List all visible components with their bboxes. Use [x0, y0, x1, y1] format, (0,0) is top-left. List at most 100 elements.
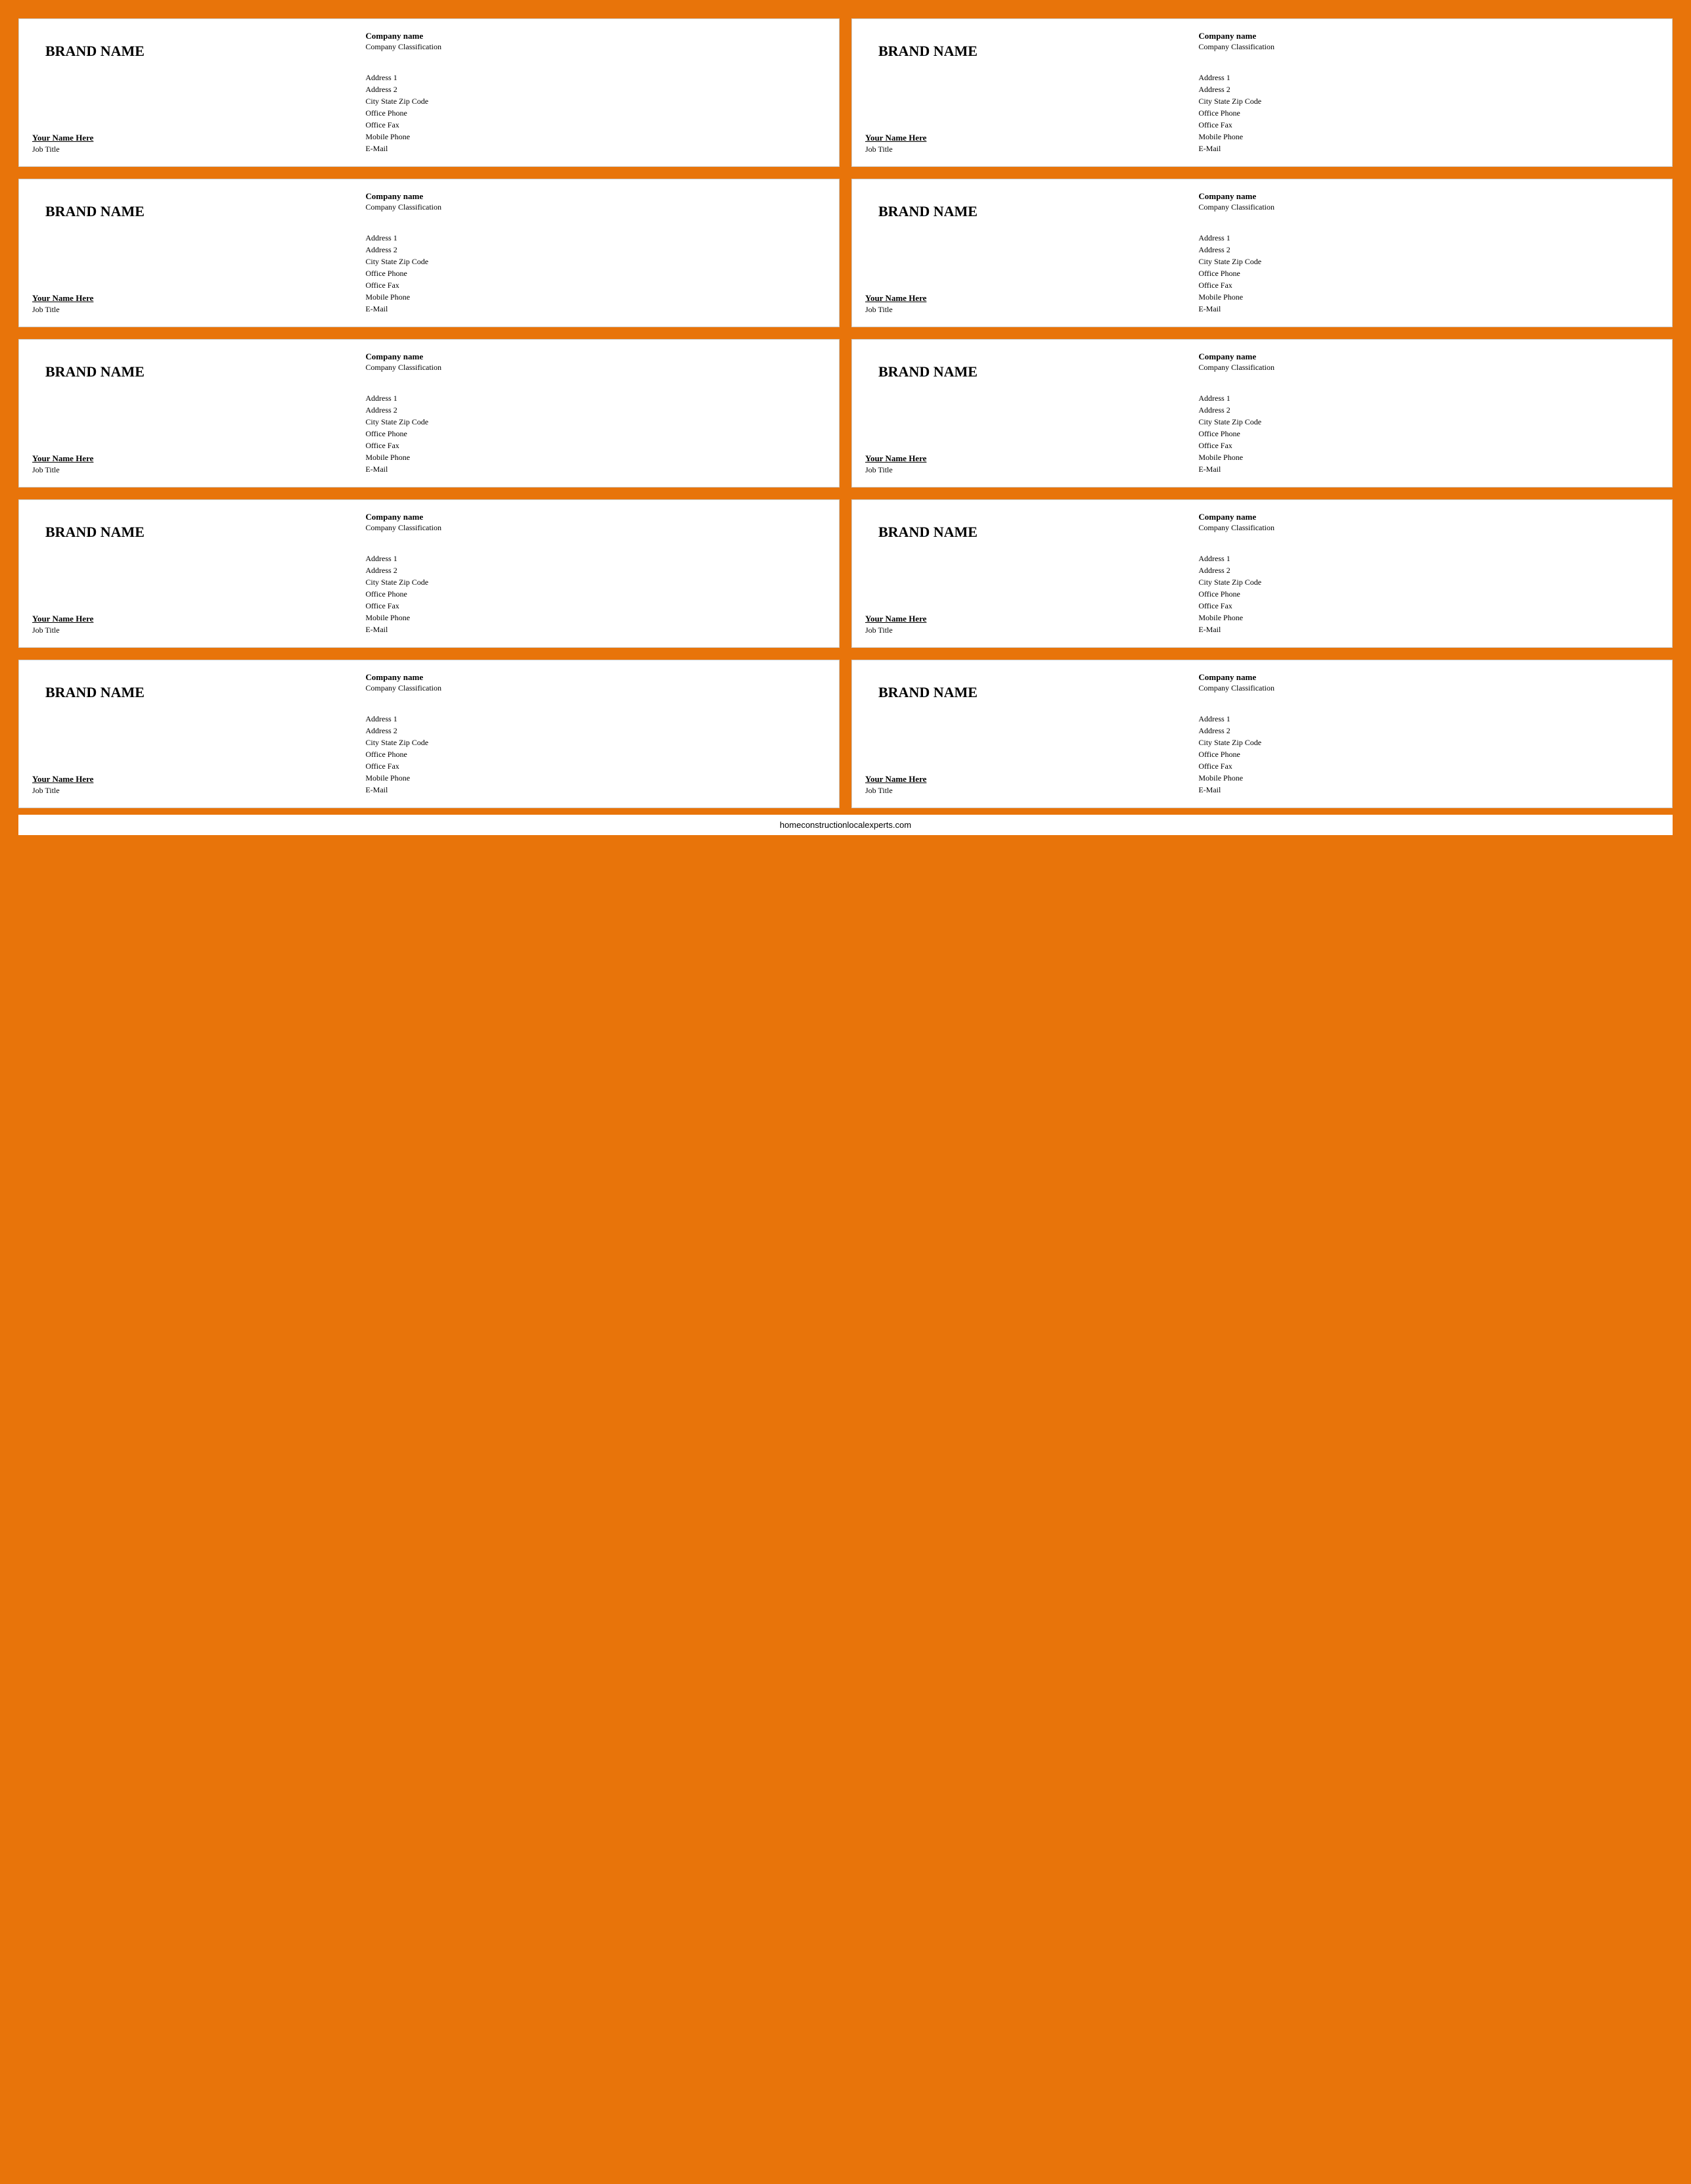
address-line1: Address 1: [1198, 232, 1659, 244]
address-city: City State Zip Code: [365, 256, 826, 267]
business-card: BRAND NAME Your Name Here Job Title Comp…: [18, 18, 840, 167]
address-city: City State Zip Code: [365, 95, 826, 107]
person-name: Your Name Here: [32, 614, 359, 624]
person-name: Your Name Here: [32, 774, 359, 785]
footer-url: homeconstructionlocalexperts.com: [780, 820, 911, 830]
brand-name: BRAND NAME: [878, 203, 978, 220]
card-content: BRAND NAME Your Name Here Job Title Comp…: [865, 512, 1659, 635]
job-title: Job Title: [32, 626, 359, 635]
cards-grid: BRAND NAME Your Name Here Job Title Comp…: [18, 18, 1673, 808]
address-mobile: Mobile Phone: [1198, 612, 1659, 624]
address-office-fax: Office Fax: [1198, 440, 1659, 451]
card-right: Company name Company Classification Addr…: [1198, 31, 1659, 154]
company-name: Company name: [1198, 191, 1659, 202]
brand-name: BRAND NAME: [45, 524, 145, 541]
card-left: BRAND NAME Your Name Here Job Title: [865, 31, 1198, 154]
address-line2: Address 2: [365, 725, 826, 737]
person-name: Your Name Here: [32, 133, 359, 143]
address-city: City State Zip Code: [1198, 95, 1659, 107]
address-city: City State Zip Code: [365, 576, 826, 588]
card-left: BRAND NAME Your Name Here Job Title: [32, 191, 365, 315]
address-office-fax: Office Fax: [365, 279, 826, 291]
address-city: City State Zip Code: [1198, 416, 1659, 428]
address-line1: Address 1: [1198, 392, 1659, 404]
address-section: Address 1 Address 2 City State Zip Code …: [365, 212, 826, 315]
address-section: Address 1 Address 2 City State Zip Code …: [365, 52, 826, 154]
company-section: Company name Company Classification: [365, 31, 826, 52]
address-office-phone: Office Phone: [1198, 428, 1659, 440]
company-classification: Company Classification: [365, 42, 826, 52]
business-card: BRAND NAME Your Name Here Job Title Comp…: [851, 499, 1673, 648]
address-city: City State Zip Code: [365, 737, 826, 748]
address-section: Address 1 Address 2 City State Zip Code …: [1198, 212, 1659, 315]
company-section: Company name Company Classification: [365, 672, 826, 693]
card-left: BRAND NAME Your Name Here Job Title: [32, 672, 365, 796]
job-title: Job Title: [32, 305, 359, 315]
job-title: Job Title: [865, 626, 1192, 635]
address-office-phone: Office Phone: [365, 107, 826, 119]
address-email: E-Mail: [1198, 463, 1659, 475]
address-line1: Address 1: [365, 553, 826, 564]
address-line2: Address 2: [365, 83, 826, 95]
address-office-fax: Office Fax: [365, 119, 826, 131]
address-section: Address 1 Address 2 City State Zip Code …: [1198, 52, 1659, 154]
card-content: BRAND NAME Your Name Here Job Title Comp…: [32, 31, 826, 154]
job-title: Job Title: [865, 145, 1192, 154]
company-section: Company name Company Classification: [1198, 512, 1659, 533]
address-email: E-Mail: [365, 463, 826, 475]
card-right: Company name Company Classification Addr…: [1198, 191, 1659, 315]
address-email: E-Mail: [365, 784, 826, 796]
job-title: Job Title: [32, 786, 359, 796]
card-left: BRAND NAME Your Name Here Job Title: [865, 352, 1198, 475]
brand-name: BRAND NAME: [878, 684, 978, 701]
card-right: Company name Company Classification Addr…: [365, 191, 826, 315]
address-office-fax: Office Fax: [1198, 760, 1659, 772]
address-mobile: Mobile Phone: [1198, 291, 1659, 303]
card-left: BRAND NAME Your Name Here Job Title: [865, 191, 1198, 315]
business-card: BRAND NAME Your Name Here Job Title Comp…: [851, 339, 1673, 488]
address-office-phone: Office Phone: [365, 748, 826, 760]
card-content: BRAND NAME Your Name Here Job Title Comp…: [865, 672, 1659, 796]
company-classification: Company Classification: [1198, 202, 1659, 212]
person-name: Your Name Here: [865, 133, 1192, 143]
business-card: BRAND NAME Your Name Here Job Title Comp…: [18, 339, 840, 488]
footer-bar: homeconstructionlocalexperts.com: [18, 815, 1673, 835]
address-line2: Address 2: [1198, 244, 1659, 256]
address-email: E-Mail: [1198, 624, 1659, 635]
person-name: Your Name Here: [32, 293, 359, 304]
business-card: BRAND NAME Your Name Here Job Title Comp…: [18, 660, 840, 808]
address-line1: Address 1: [1198, 713, 1659, 725]
address-mobile: Mobile Phone: [365, 612, 826, 624]
address-city: City State Zip Code: [365, 416, 826, 428]
address-office-fax: Office Fax: [365, 760, 826, 772]
card-right: Company name Company Classification Addr…: [365, 672, 826, 796]
company-name: Company name: [1198, 512, 1659, 522]
card-right: Company name Company Classification Addr…: [1198, 512, 1659, 635]
address-line1: Address 1: [365, 713, 826, 725]
job-title: Job Title: [865, 465, 1192, 475]
brand-name: BRAND NAME: [45, 203, 145, 220]
company-name: Company name: [365, 672, 826, 683]
address-line1: Address 1: [1198, 553, 1659, 564]
address-city: City State Zip Code: [1198, 576, 1659, 588]
address-line2: Address 2: [1198, 404, 1659, 416]
address-line1: Address 1: [365, 392, 826, 404]
address-mobile: Mobile Phone: [1198, 772, 1659, 784]
job-title: Job Title: [865, 786, 1192, 796]
address-mobile: Mobile Phone: [1198, 131, 1659, 143]
address-office-phone: Office Phone: [1198, 267, 1659, 279]
address-line2: Address 2: [365, 564, 826, 576]
address-email: E-Mail: [365, 624, 826, 635]
address-office-fax: Office Fax: [1198, 600, 1659, 612]
address-office-phone: Office Phone: [365, 428, 826, 440]
company-name: Company name: [365, 512, 826, 522]
address-section: Address 1 Address 2 City State Zip Code …: [365, 373, 826, 475]
business-card: BRAND NAME Your Name Here Job Title Comp…: [851, 18, 1673, 167]
address-office-fax: Office Fax: [365, 440, 826, 451]
address-city: City State Zip Code: [1198, 737, 1659, 748]
address-mobile: Mobile Phone: [365, 451, 826, 463]
address-office-phone: Office Phone: [1198, 588, 1659, 600]
company-classification: Company Classification: [1198, 363, 1659, 373]
page-wrapper: BRAND NAME Your Name Here Job Title Comp…: [12, 12, 1679, 842]
address-email: E-Mail: [1198, 143, 1659, 154]
